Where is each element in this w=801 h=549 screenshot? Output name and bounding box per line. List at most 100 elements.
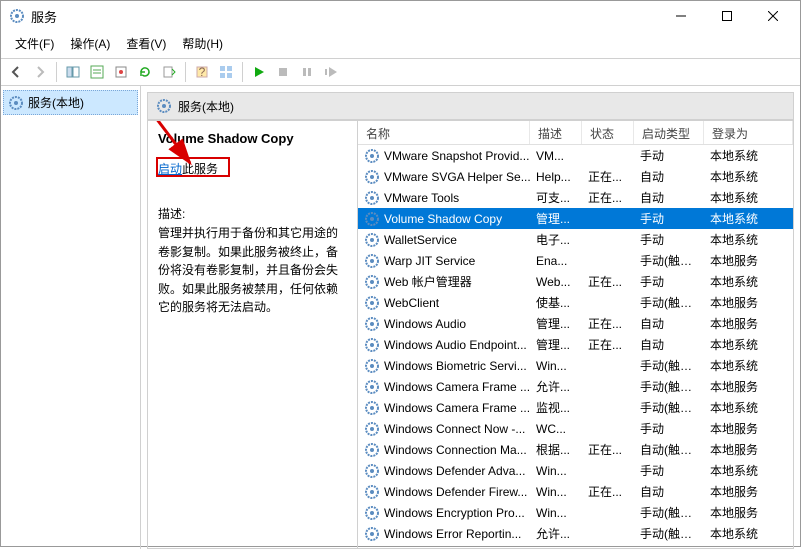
table-row[interactable]: Warp JIT ServiceEna...手动(触发...本地服务 [358,250,793,271]
gear-icon [364,253,380,269]
export-button[interactable] [110,61,132,83]
service-desc: Win... [530,464,582,478]
service-name: Windows Connect Now -... [384,422,525,436]
service-starttype: 自动 [634,483,704,500]
large-icons-button[interactable] [215,61,237,83]
service-starttype: 手动 [634,420,704,437]
table-row[interactable]: Volume Shadow Copy管理...手动本地系统 [358,208,793,229]
table-row[interactable]: Windows Audio管理...正在...自动本地服务 [358,313,793,334]
stop-service-button[interactable] [272,61,294,83]
menu-file[interactable]: 文件(F) [7,33,62,54]
service-desc: 此服... [530,546,582,548]
service-logon: 本地系统 [704,399,793,416]
gear-icon [364,274,380,290]
col-name[interactable]: 名称 [358,121,530,144]
service-logon: 本地服务 [704,441,793,458]
table-row[interactable]: WalletService电子...手动本地系统 [358,229,793,250]
col-logon[interactable]: 登录为 [704,121,793,144]
table-row[interactable]: Windows Encryption Pro...Win...手动(触发...本… [358,502,793,523]
service-name: Windows Camera Frame ... [384,380,530,394]
service-name: Windows Biometric Servi... [384,359,527,373]
maximize-button[interactable] [704,1,750,31]
toolbar: ? [1,58,800,86]
service-desc: 管理... [530,336,582,353]
service-logon: 本地系统 [704,462,793,479]
table-row[interactable]: VMware SVGA Helper Se...Help...正在...自动本地… [358,166,793,187]
service-starttype: 自动 [634,315,704,332]
table-row[interactable]: Windows Camera Frame ...监视...手动(触发...本地系… [358,397,793,418]
service-desc: 管理... [530,210,582,227]
pause-service-button[interactable] [296,61,318,83]
table-row[interactable]: Web 帐户管理器Web...正在...手动本地系统 [358,271,793,292]
service-desc: 电子... [530,231,582,248]
service-status: 正在... [582,168,634,185]
tree-item-label: 服务(本地) [28,94,84,111]
service-status: 正在... [582,315,634,332]
properties-button[interactable] [86,61,108,83]
table-row[interactable]: VMware Tools可支...正在...自动本地系统 [358,187,793,208]
service-desc: Win... [530,359,582,373]
table-row[interactable]: Windows Event Collector此服...手动网络服务 [358,544,793,548]
table-row[interactable]: WebClient使基...手动(触发...本地服务 [358,292,793,313]
menu-action[interactable]: 操作(A) [62,33,118,54]
table-row[interactable]: Windows Connect Now -...WC...手动本地服务 [358,418,793,439]
service-desc: 使基... [530,294,582,311]
gear-icon [364,484,380,500]
col-desc[interactable]: 描述 [530,121,582,144]
service-logon: 本地服务 [704,483,793,500]
table-row[interactable]: Windows Connection Ma...根据...正在...自动(触发.… [358,439,793,460]
help-button[interactable]: ? [191,61,213,83]
col-starttype[interactable]: 启动类型 [634,121,704,144]
tree-item-services[interactable]: 服务(本地) [3,90,138,115]
services-icon [8,95,24,111]
service-logon: 本地系统 [704,336,793,353]
service-logon: 本地系统 [704,147,793,164]
services-table: 名称 描述 状态 启动类型 登录为 VMware Snapshot Provid… [358,121,793,548]
service-desc: Help... [530,170,582,184]
start-service-link[interactable]: 启动 [158,162,182,176]
table-row[interactable]: Windows Defender Firew...Win...正在...自动本地… [358,481,793,502]
service-name: Windows Defender Adva... [384,464,525,478]
detail-link-rest: 此服务 [182,162,218,176]
menu-view[interactable]: 查看(V) [118,33,174,54]
service-logon: 本地系统 [704,210,793,227]
table-body[interactable]: VMware Snapshot Provid...VM...手动本地系统VMwa… [358,145,793,548]
col-status[interactable]: 状态 [582,121,634,144]
table-row[interactable]: Windows Defender Adva...Win...手动本地系统 [358,460,793,481]
gear-icon [364,337,380,353]
service-starttype: 手动 [634,231,704,248]
service-desc: 监视... [530,399,582,416]
services-icon [9,8,25,24]
service-starttype: 手动 [634,147,704,164]
refresh-button[interactable] [134,61,156,83]
service-logon: 本地系统 [704,168,793,185]
service-name: WalletService [384,233,457,247]
service-starttype: 自动 [634,189,704,206]
gear-icon [364,169,380,185]
forward-button[interactable] [29,61,51,83]
service-status: 正在... [582,273,634,290]
menu-help[interactable]: 帮助(H) [174,33,231,54]
service-name: WebClient [384,296,439,310]
export-list-button[interactable] [158,61,180,83]
table-row[interactable]: Windows Error Reportin...允许...手动(触发...本地… [358,523,793,544]
start-service-button[interactable] [248,61,270,83]
service-name: VMware Tools [384,191,459,205]
back-button[interactable] [5,61,27,83]
table-row[interactable]: Windows Audio Endpoint...管理...正在...自动本地系… [358,334,793,355]
gear-icon [364,400,380,416]
service-name: Windows Error Reportin... [384,527,521,541]
restart-service-button[interactable] [320,61,342,83]
close-button[interactable] [750,1,796,31]
minimize-button[interactable] [658,1,704,31]
table-row[interactable]: Windows Camera Frame ...允许...手动(触发...本地服… [358,376,793,397]
service-logon: 本地系统 [704,189,793,206]
table-row[interactable]: VMware Snapshot Provid...VM...手动本地系统 [358,145,793,166]
service-desc: 根据... [530,441,582,458]
right-panel: 服务(本地) Volume Shadow Copy 启动此服务 描述: 管理并执… [141,86,800,549]
detail-pane: Volume Shadow Copy 启动此服务 描述: 管理并执行用于备份和其… [148,121,358,548]
table-row[interactable]: Windows Biometric Servi...Win...手动(触发...… [358,355,793,376]
service-logon: 网络服务 [704,546,793,548]
service-desc: WC... [530,422,582,436]
show-hide-button[interactable] [62,61,84,83]
